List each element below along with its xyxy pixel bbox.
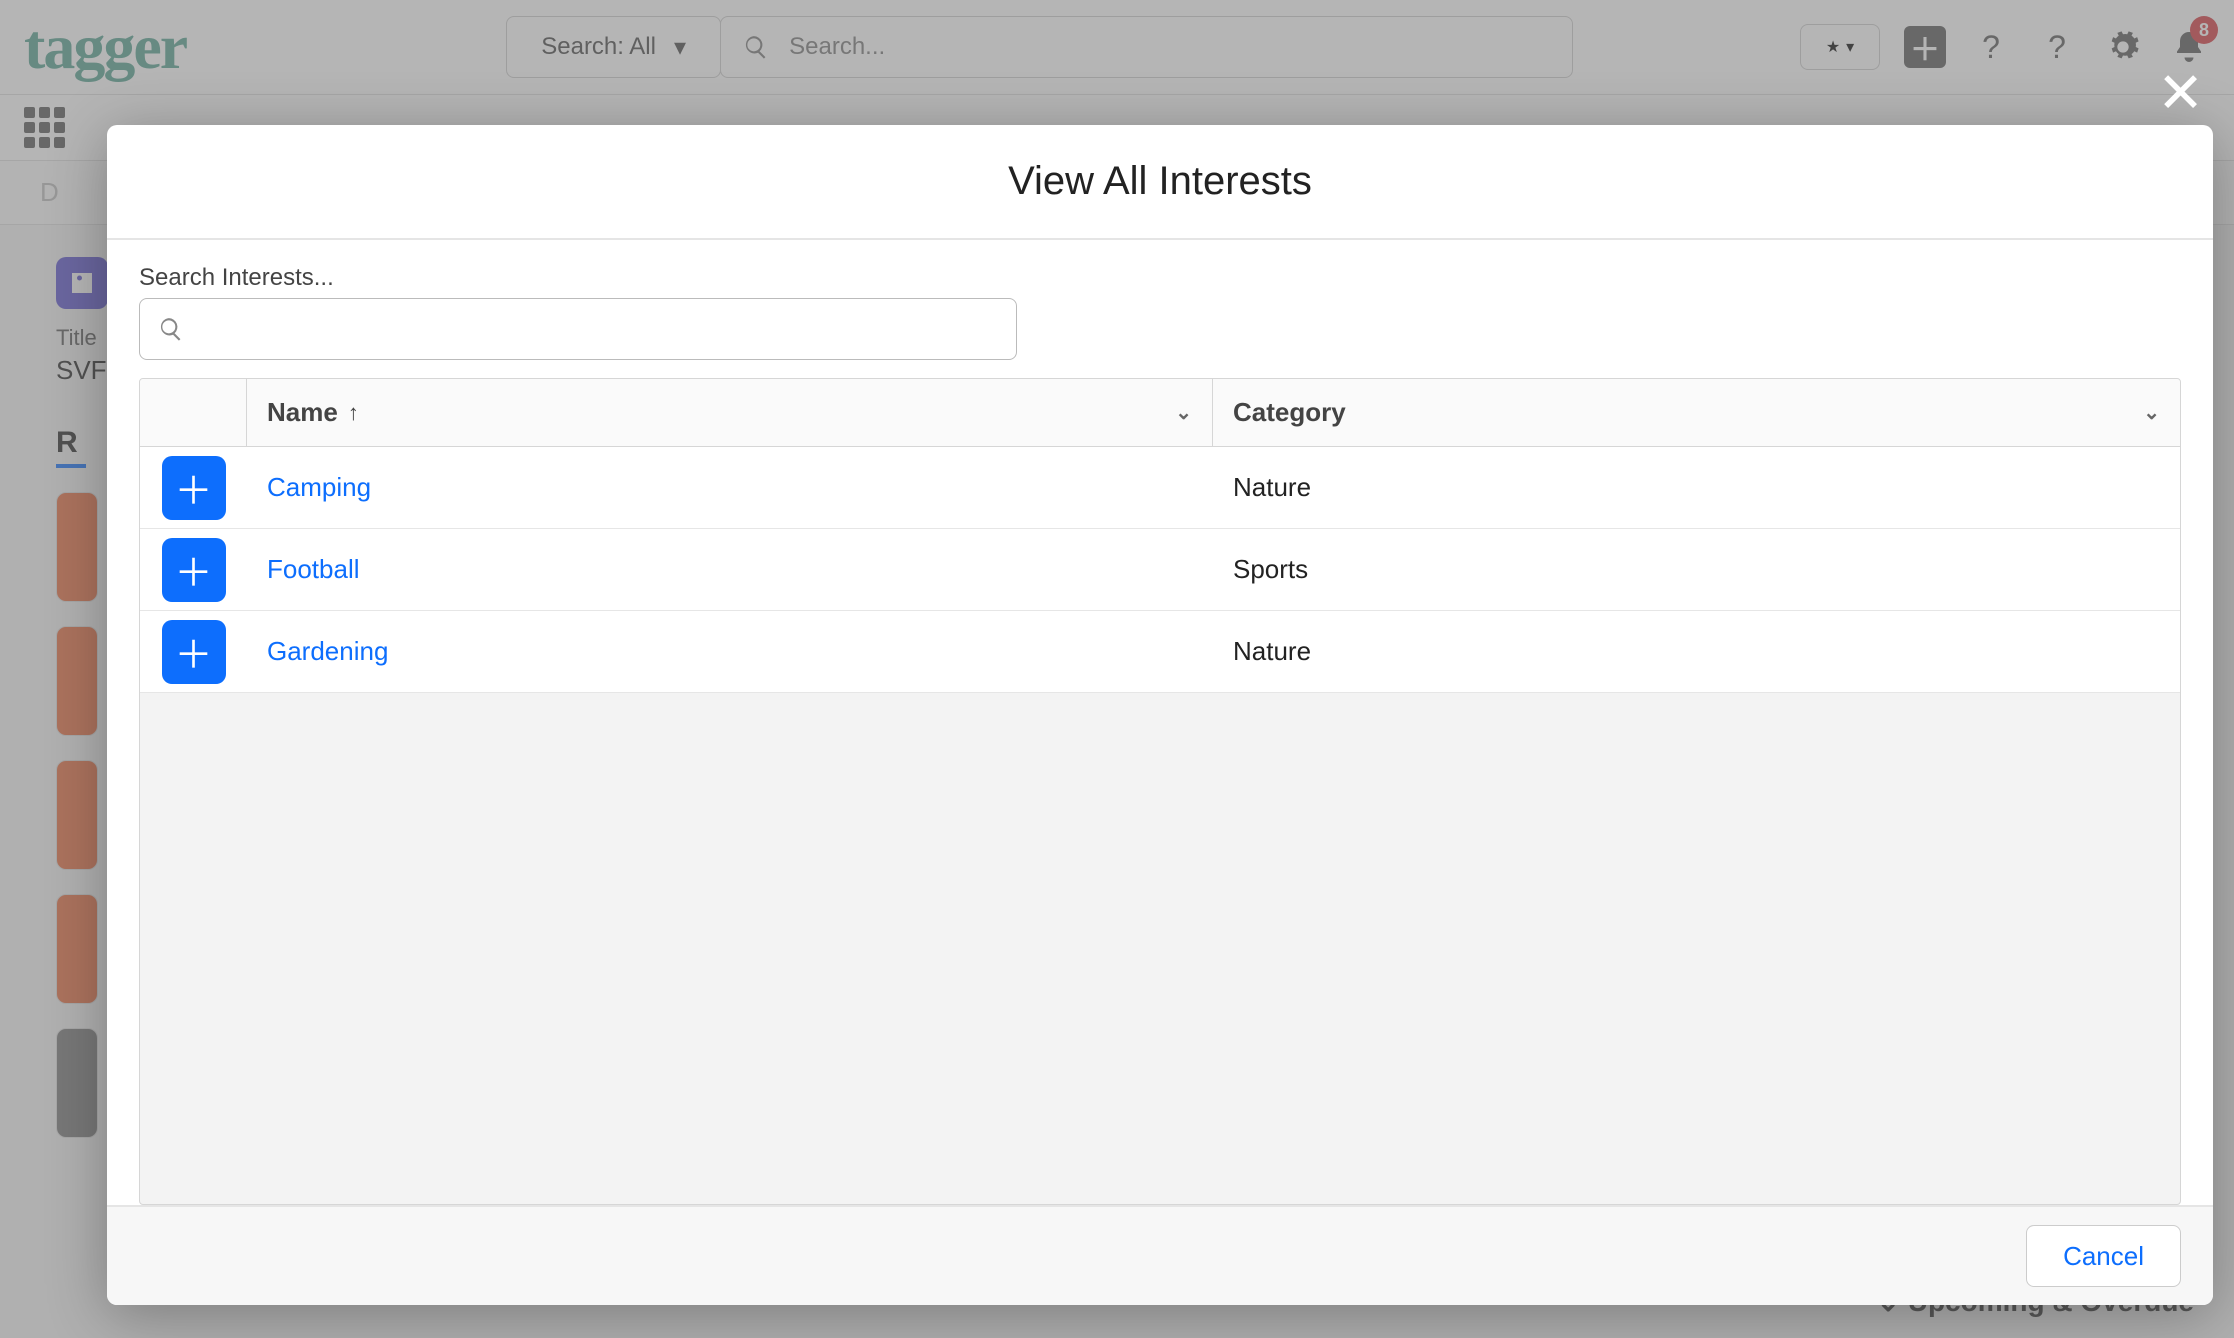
modal-body: Search Interests... Name ↑ ⌄ Category ⌄ xyxy=(107,240,2213,1205)
column-menu-icon[interactable]: ⌄ xyxy=(2143,400,2160,425)
interest-category: Sports xyxy=(1213,554,2180,585)
plus-icon: ＋ xyxy=(174,460,212,515)
column-menu-icon[interactable]: ⌄ xyxy=(1175,400,1192,425)
column-category[interactable]: Category ⌄ xyxy=(1213,379,2180,446)
view-interests-modal: View All Interests Search Interests... N… xyxy=(107,125,2213,1305)
add-interest-button[interactable]: ＋ xyxy=(162,456,226,520)
search-interests-input[interactable] xyxy=(198,315,998,343)
add-interest-button[interactable]: ＋ xyxy=(162,538,226,602)
interest-link[interactable]: Gardening xyxy=(267,636,388,666)
search-interests-field[interactable] xyxy=(139,298,1017,360)
table-body: ＋ Camping Nature ＋ Football Sports xyxy=(140,447,2180,693)
add-interest-button[interactable]: ＋ xyxy=(162,620,226,684)
search-icon xyxy=(158,316,184,342)
interest-link[interactable]: Camping xyxy=(267,472,371,502)
search-interests-label: Search Interests... xyxy=(139,264,2181,292)
interest-link[interactable]: Football xyxy=(267,554,360,584)
modal-close-button[interactable]: ✕ xyxy=(2157,60,2204,126)
sort-asc-icon: ↑ xyxy=(348,400,359,426)
table-row: ＋ Gardening Nature xyxy=(140,611,2180,693)
column-action xyxy=(140,379,247,446)
interests-table: Name ↑ ⌄ Category ⌄ ＋ Camping xyxy=(139,378,2181,1205)
interest-category: Nature xyxy=(1213,472,2180,503)
cancel-button[interactable]: Cancel xyxy=(2026,1225,2181,1287)
plus-icon: ＋ xyxy=(174,542,212,597)
table-row: ＋ Football Sports xyxy=(140,529,2180,611)
modal-footer: Cancel xyxy=(107,1205,2213,1305)
column-name[interactable]: Name ↑ ⌄ xyxy=(247,379,1213,446)
modal-title: View All Interests xyxy=(107,125,2213,240)
interest-category: Nature xyxy=(1213,636,2180,667)
table-header: Name ↑ ⌄ Category ⌄ xyxy=(140,379,2180,447)
table-row: ＋ Camping Nature xyxy=(140,447,2180,529)
close-icon: ✕ xyxy=(2157,61,2204,124)
plus-icon: ＋ xyxy=(174,624,212,679)
